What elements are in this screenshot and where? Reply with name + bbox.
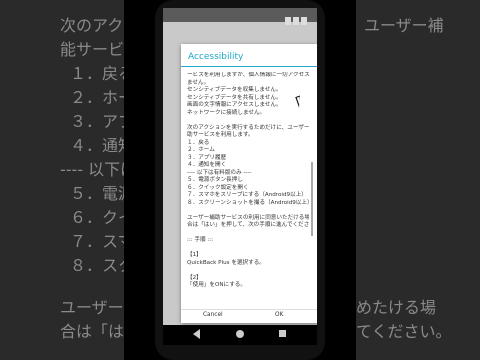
background-left-pane: 次のアクション 能サービスを １．戻る ２．ホーム ３．アプリ履歴 ４．通知を開… (0, 0, 124, 360)
phone-frame: Accessibility ービスを利用しますが、個人情報に一切アクセスし ませ… (155, 0, 325, 360)
background-right-pane: ユーザー補 めたける場 てください。 (356, 0, 480, 360)
dialog-line: ２．ホーム (187, 147, 215, 153)
dialog-line (187, 230, 309, 238)
dialog-line: センシティブデータを共有しません。 (187, 94, 282, 101)
dialog-button-bar: Cancel OK (181, 309, 317, 324)
bg-text-line: ６．クイック (70, 208, 124, 227)
dialog-title: Accessibility (188, 52, 244, 62)
dialog-scrollbar[interactable] (311, 162, 313, 236)
ok-button[interactable]: OK (275, 312, 283, 318)
dialog-line: 助サービスを利用します。 (187, 132, 254, 138)
dialog-line: ５．電源ボタン長押し (187, 177, 243, 183)
dialog-line: ８．スクリーンショットを撮る（Android9以上） (187, 199, 309, 206)
bg-text-line: 次のアクション (60, 16, 124, 35)
navigation-bar (163, 325, 317, 345)
dialog-line: 次のアクションを実行するためだけに、ユーザー補 (187, 124, 309, 131)
bg-text-line: 合は「はい」 (60, 322, 124, 341)
bg-text-line: ４．通知を開く (70, 136, 124, 155)
bg-text-line: ７．スマホを (70, 232, 124, 251)
dialog-line (187, 117, 309, 125)
dialog-line: ---- 以下は有料版のみ ---- (187, 169, 252, 176)
recents-icon[interactable] (279, 330, 286, 337)
phone-screen: Accessibility ービスを利用しますが、個人情報に一切アクセスし ませ… (163, 8, 317, 325)
dialog-line: 【2】 (187, 274, 202, 281)
dialog-line: ::: 手順 ::: (187, 237, 214, 243)
dialog-line: １．戻る (187, 139, 210, 146)
dialog-line: ３．アプリ履歴 (187, 154, 227, 161)
accessibility-dialog: Accessibility ービスを利用しますが、個人情報に一切アクセスし ませ… (181, 44, 317, 323)
dialog-line: 【1】 (187, 252, 202, 258)
dialog-line: ７．スマホをスリープにする（Android9以上） (187, 192, 307, 198)
dialog-line (187, 267, 309, 275)
dialog-line (187, 245, 309, 253)
bg-text-line: ２．ホーム (70, 88, 124, 107)
bg-text-line: ５．電源ボタ (70, 184, 124, 203)
dialog-line: QuickBack Plus を選択する。 (187, 259, 265, 266)
dialog-line: ません。 (187, 79, 210, 86)
bg-text-line: １．戻る (70, 64, 124, 83)
bg-text-line: めたける場 (356, 298, 437, 317)
dialog-line: 画面の文字情報にアクセスしません。 (187, 102, 282, 108)
dialog-line: ネットワークに接続しません。 (187, 109, 266, 116)
bg-text-line: 能サービスを (60, 40, 124, 59)
dialog-line (187, 207, 309, 215)
back-icon[interactable] (193, 329, 200, 339)
dialog-line: ユーザー補助サービスの利用に同意いただける場 (187, 214, 309, 221)
dialog-title-divider (181, 66, 317, 67)
dialog-line: ービスを利用しますが、個人情報に一切アクセスし (187, 72, 309, 78)
dialog-line: ４．通知を開く (187, 162, 227, 168)
cancel-button[interactable]: Cancel (203, 312, 223, 318)
dialog-line: 合は「はい」を押して、次の手順に進んでください。 (187, 222, 309, 228)
home-icon[interactable] (236, 330, 244, 338)
dialog-line: センシティブデータを収集しません。 (187, 87, 282, 93)
bg-text-line: ユーザー補助 (60, 298, 124, 317)
bg-text-line: ---- 以下は (60, 160, 124, 179)
bg-text-line: ユーザー補 (364, 16, 444, 35)
dialog-line: 「使用」をONにする。 (187, 282, 246, 288)
status-bar (163, 8, 317, 25)
status-icons (283, 10, 311, 25)
bg-text-line: てください。 (356, 322, 452, 341)
dialog-line: ６．クイック設定を開く (187, 184, 249, 191)
bg-text-line: ３．アプリ履歴 (70, 112, 124, 131)
dialog-message[interactable]: ービスを利用しますが、個人情報に一切アクセスし ません。 センシティブデータを収… (187, 72, 309, 307)
bg-text-line: ８．スクリー (70, 256, 124, 275)
